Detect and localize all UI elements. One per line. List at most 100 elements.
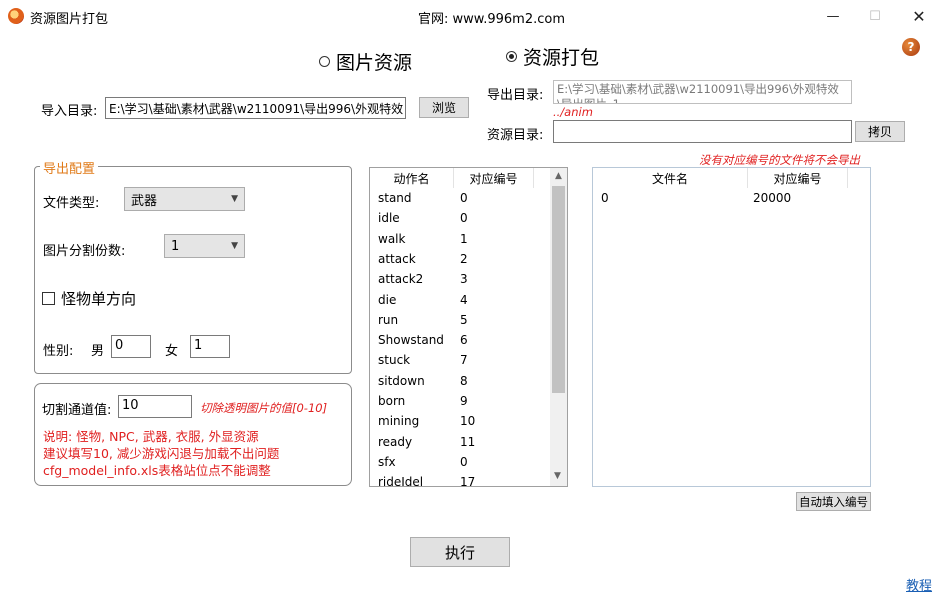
file-table[interactable]: 文件名 对应编号 0 20000 (592, 167, 871, 487)
action-number-cell: 4 (460, 292, 468, 307)
action-name-cell: stand (378, 191, 412, 205)
cut-channel-label: 切割通道值: (42, 403, 112, 418)
action-name-cell: walk (378, 231, 406, 246)
action-table-header-number[interactable]: 对应编号 (454, 168, 534, 188)
split-count-select[interactable]: 1 ▼ (164, 234, 245, 258)
action-table-scrollbar[interactable]: ▲ ▼ (550, 168, 567, 486)
action-name-cell: idle (378, 211, 400, 226)
action-name-cell: sfx (378, 454, 396, 469)
table-row[interactable]: stand 0 (370, 189, 567, 209)
table-row[interactable]: idle 0 (370, 209, 567, 229)
table-row[interactable]: stuck 7 (370, 351, 567, 371)
table-row[interactable]: born 9 (370, 392, 567, 412)
table-row[interactable]: run 5 (370, 311, 567, 331)
export-dir-label: 导出目录: (487, 88, 544, 103)
chevron-down-icon: ▼ (231, 194, 238, 204)
table-row[interactable]: sitdown 8 (370, 372, 567, 392)
monster-single-direction-label: 怪物单方向 (61, 290, 137, 308)
browse-button[interactable]: 浏览 (419, 97, 469, 118)
chevron-down-icon: ▼ (231, 241, 238, 251)
help-icon[interactable]: ? (902, 38, 920, 56)
scroll-up-arrow-icon[interactable]: ▲ (550, 171, 567, 181)
import-dir-input[interactable]: E:\学习\基础\素材\武器\w2110091\导出996\外观特效 (105, 97, 406, 119)
close-button[interactable]: ✕ (904, 4, 934, 28)
no-number-notice: 没有对应编号的文件将不会导出 (699, 153, 860, 167)
note-line-3: cfg_model_info.xls表格站位点不能调整 (43, 463, 271, 478)
male-label: 男 (91, 344, 105, 359)
action-number-cell: 3 (460, 272, 468, 287)
radio-image-resources-label: 图片资源 (336, 52, 413, 74)
split-count-value: 1 (171, 238, 180, 254)
action-number-cell: 9 (460, 394, 468, 408)
action-name-cell: mining (378, 414, 420, 429)
table-row[interactable]: sfx 0 (370, 453, 567, 473)
action-name-cell: attack (378, 251, 416, 266)
monster-single-direction-checkbox[interactable]: 怪物单方向 (42, 288, 136, 309)
action-number-cell: 0 (460, 191, 468, 205)
maximize-button[interactable]: ☐ (860, 4, 890, 28)
file-name-cell: 0 (601, 191, 609, 205)
checkbox-icon (42, 292, 55, 305)
app-logo-icon (8, 8, 24, 24)
female-value-input[interactable]: 1 (190, 335, 230, 358)
action-number-cell: 11 (460, 434, 476, 449)
file-table-header-name[interactable]: 文件名 (593, 168, 748, 188)
action-number-cell: 5 (460, 312, 468, 327)
action-name-cell: attack2 (378, 272, 424, 287)
table-row[interactable]: walk 1 (370, 230, 567, 250)
file-type-label: 文件类型: (43, 196, 100, 211)
file-type-select[interactable]: 武器 ▼ (124, 187, 245, 211)
website-label: 官网: www.996m2.com (418, 12, 565, 27)
action-name-cell: sitdown (378, 373, 425, 388)
execute-button[interactable]: 执行 (410, 537, 510, 567)
copy-button[interactable]: 拷贝 (855, 121, 905, 142)
file-number-cell: 20000 (753, 191, 792, 205)
action-name-cell: ready (378, 434, 413, 449)
resource-dir-label: 资源目录: (487, 128, 544, 143)
action-number-cell: 17 (460, 475, 476, 487)
action-number-cell: 7 (460, 353, 468, 368)
note-line-2: 建议填写10, 减少游戏闪退与加载不出问题 (43, 446, 280, 461)
cut-channel-note: 说明: 怪物, NPC, 武器, 衣服, 外显资源 建议填写10, 减少游戏闪退… (43, 428, 279, 479)
cut-channel-input[interactable]: 10 (118, 395, 192, 418)
action-number-cell: 10 (460, 414, 476, 429)
scrollbar-thumb[interactable] (552, 186, 565, 393)
action-name-cell: stuck (378, 353, 411, 368)
action-number-cell: 0 (460, 211, 468, 226)
minimize-button[interactable]: — (818, 4, 848, 28)
export-dir-hint: ../anim (553, 105, 593, 119)
radio-selected-icon (506, 51, 517, 62)
action-number-cell: 0 (460, 454, 468, 469)
action-name-cell: die (378, 292, 397, 307)
auto-fill-button[interactable]: 自动填入编号 (796, 492, 871, 511)
radio-resource-pack-label: 资源打包 (523, 47, 600, 69)
table-row[interactable]: 0 20000 (593, 189, 870, 209)
window-title: 资源图片打包 (30, 12, 109, 27)
split-count-label: 图片分割份数: (43, 244, 126, 259)
tutorial-link[interactable]: 教程 (906, 575, 932, 594)
radio-image-resources[interactable]: 图片资源 (319, 48, 412, 75)
export-dir-input[interactable]: E:\学习\基础\素材\武器\w2110091\导出996\外观特效\导出图片_… (553, 80, 852, 104)
action-table[interactable]: 动作名 对应编号 stand 0 idle 0 walk 1 attack 2 attack2 3… (369, 167, 568, 487)
file-table-header-number[interactable]: 对应编号 (748, 168, 848, 188)
radio-resource-pack[interactable]: 资源打包 (506, 43, 599, 70)
export-config-title: 导出配置 (40, 158, 99, 177)
table-row[interactable]: mining 10 (370, 412, 567, 432)
action-name-cell: born (378, 394, 406, 408)
resource-dir-input[interactable] (553, 120, 852, 143)
table-row[interactable]: rideIdel 17 (370, 473, 567, 487)
table-row[interactable]: die 4 (370, 291, 567, 311)
scroll-down-arrow-icon[interactable]: ▼ (554, 471, 561, 481)
gender-label: 性别: (43, 344, 74, 359)
action-name-cell: run (378, 312, 399, 327)
table-row[interactable]: attack 2 (370, 250, 567, 270)
action-number-cell: 1 (460, 231, 468, 246)
male-value-input[interactable]: 0 (111, 335, 151, 358)
table-row[interactable]: attack2 3 (370, 270, 567, 290)
file-type-value: 武器 (131, 193, 158, 209)
action-number-cell: 2 (460, 251, 468, 266)
table-row[interactable]: ready 11 (370, 433, 567, 453)
cut-channel-hint: 切除透明图片的值[0-10] (200, 401, 328, 415)
table-row[interactable]: Showstand 6 (370, 331, 567, 351)
action-table-header-name[interactable]: 动作名 (370, 168, 454, 188)
